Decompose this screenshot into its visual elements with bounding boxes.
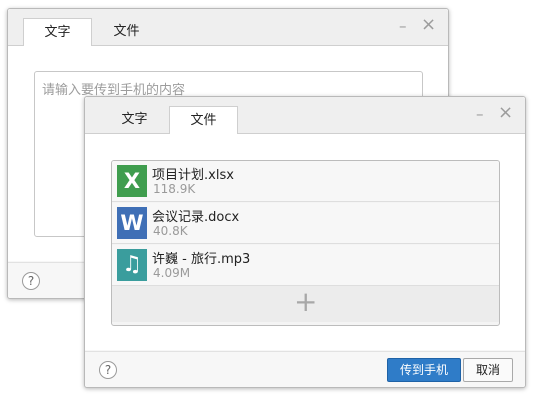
music-icon: ♫ <box>117 249 147 281</box>
front-footer-divider <box>85 351 525 352</box>
file-item[interactable]: W 会议记录.docx 40.8K <box>112 203 499 244</box>
back-tab-text[interactable]: 文字 <box>23 18 92 46</box>
front-tab-file[interactable]: 文件 <box>169 106 238 134</box>
cancel-button[interactable]: 取消 <box>463 358 513 382</box>
help-icon[interactable]: ? <box>22 272 40 290</box>
file-size: 118.9K <box>153 182 196 196</box>
back-window-titlebar: 文字 文件 – × <box>8 9 448 46</box>
file-name: 会议记录.docx <box>152 210 240 225</box>
file-item[interactable]: X 项目计划.xlsx 118.9K <box>112 161 499 202</box>
close-icon[interactable]: × <box>421 14 436 35</box>
file-size: 4.09M <box>153 266 191 280</box>
close-icon[interactable]: × <box>498 102 513 123</box>
help-icon[interactable]: ? <box>99 361 117 379</box>
front-window-titlebar: 文字 文件 – × <box>85 97 525 134</box>
word-icon: W <box>117 207 147 239</box>
minimize-icon[interactable]: – <box>476 105 484 123</box>
plus-icon: + <box>294 285 318 318</box>
file-list[interactable]: X 项目计划.xlsx 118.9K W 会议记录.docx 40.8K ♫ 许… <box>111 160 500 326</box>
excel-icon: X <box>117 165 147 197</box>
file-name: 许巍 - 旅行.mp3 <box>152 252 251 267</box>
front-window: 文字 文件 – × X 项目计划.xlsx 118.9K W 会议记录.docx… <box>84 96 526 388</box>
minimize-icon[interactable]: – <box>399 17 407 35</box>
add-file-button[interactable]: + <box>112 286 499 322</box>
file-item[interactable]: ♫ 许巍 - 旅行.mp3 4.09M <box>112 245 499 286</box>
front-tab-text[interactable]: 文字 <box>100 106 169 134</box>
file-name: 项目计划.xlsx <box>152 168 234 183</box>
file-size: 40.8K <box>153 224 188 238</box>
back-tab-file[interactable]: 文件 <box>92 18 161 46</box>
send-to-phone-button[interactable]: 传到手机 <box>387 358 461 382</box>
